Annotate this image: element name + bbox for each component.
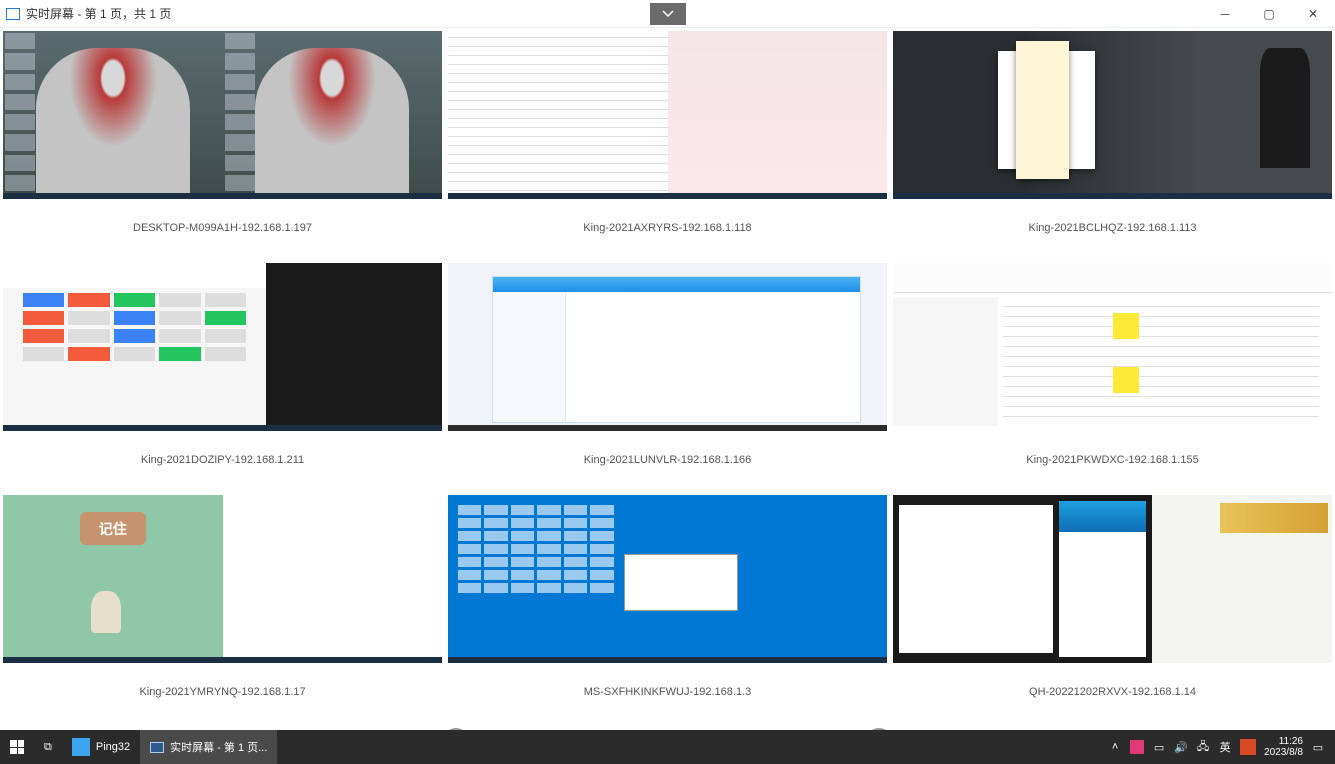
- tray-network-icon[interactable]: 🖧: [1196, 740, 1210, 754]
- screen-label: DESKTOP-M099A1H-192.168.1.197: [3, 199, 442, 257]
- screen-icon: [150, 742, 164, 753]
- screen-thumbnail[interactable]: [3, 263, 442, 431]
- screen-cell[interactable]: King-2021AXRYRS-192.168.1.118: [448, 31, 887, 257]
- tray-monitor-icon[interactable]: ▭: [1152, 740, 1166, 754]
- taskbar-app-ping32[interactable]: Ping32: [62, 730, 140, 764]
- ping32-label: Ping32: [96, 741, 130, 753]
- ping32-icon: [72, 738, 90, 756]
- screen-cell[interactable]: King-2021BCLHQZ-192.168.1.113: [893, 31, 1332, 257]
- dropdown-toggle[interactable]: [650, 3, 686, 25]
- clock-date: 2023/8/8: [1264, 747, 1303, 758]
- thumb-badge: 记住: [80, 512, 146, 546]
- screen-label: King-2021BCLHQZ-192.168.1.113: [893, 199, 1332, 257]
- screen-thumbnail[interactable]: [448, 31, 887, 199]
- maximize-button[interactable]: ▢: [1247, 0, 1291, 28]
- minimize-button[interactable]: ─: [1203, 0, 1247, 28]
- screen-cell[interactable]: King-2021PKWDXC-192.168.1.155: [893, 263, 1332, 489]
- taskbar-clock[interactable]: 11:26 2023/8/8: [1264, 736, 1303, 758]
- clock-time: 11:26: [1264, 736, 1303, 747]
- screen-cell[interactable]: King-2021DOZIPY-192.168.1.211: [3, 263, 442, 489]
- start-button[interactable]: [0, 730, 34, 764]
- screen-thumbnail[interactable]: [448, 263, 887, 431]
- tray-ime-icon[interactable]: 英: [1218, 740, 1232, 754]
- screen-thumbnail[interactable]: [893, 495, 1332, 663]
- screen-label: King-2021LUNVLR-192.168.1.166: [448, 431, 887, 489]
- screen-label: King-2021PKWDXC-192.168.1.155: [893, 431, 1332, 489]
- window-title: 实时屏幕 - 第 1 页，共 1 页: [26, 5, 171, 22]
- app-icon: [6, 8, 20, 20]
- notification-center-icon[interactable]: ▭: [1311, 740, 1325, 754]
- screen-label: MS-SXFHKINKFWUJ-192.168.1.3: [448, 663, 887, 721]
- taskbar: ⧉ Ping32 实时屏幕 - 第 1 页... ˄ ▭ 🔊 🖧 英 11:26…: [0, 730, 1335, 764]
- screen-label: QH-20221202RXVX-192.168.1.14: [893, 663, 1332, 721]
- screen-cell[interactable]: King-2021LUNVLR-192.168.1.166: [448, 263, 887, 489]
- screen-cell[interactable]: QH-20221202RXVX-192.168.1.14: [893, 495, 1332, 721]
- screen-cell[interactable]: MS-SXFHKINKFWUJ-192.168.1.3: [448, 495, 887, 721]
- close-button[interactable]: ✕: [1291, 0, 1335, 28]
- screen-label: King-2021AXRYRS-192.168.1.118: [448, 199, 887, 257]
- chevron-down-icon: [662, 10, 674, 18]
- screen-label: King-2021YMRYNQ-192.168.1.17: [3, 663, 442, 721]
- screen-grid: DESKTOP-M099A1H-192.168.1.197 King-2021A…: [0, 28, 1335, 724]
- taskbar-app-screen[interactable]: 实时屏幕 - 第 1 页...: [140, 730, 277, 764]
- titlebar: 实时屏幕 - 第 1 页，共 1 页 ─ ▢ ✕: [0, 0, 1335, 28]
- screen-thumbnail[interactable]: 记住: [3, 495, 442, 663]
- screen-thumbnail[interactable]: [3, 31, 442, 199]
- screen-thumbnail[interactable]: [893, 263, 1332, 431]
- screen-thumbnail[interactable]: [893, 31, 1332, 199]
- screen-cell[interactable]: DESKTOP-M099A1H-192.168.1.197: [3, 31, 442, 257]
- screen-cell[interactable]: 记住 King-2021YMRYNQ-192.168.1.17: [3, 495, 442, 721]
- window-controls: ─ ▢ ✕: [1203, 0, 1335, 28]
- tray-overflow-icon[interactable]: ˄: [1108, 740, 1122, 754]
- task-view-button[interactable]: ⧉: [34, 730, 62, 764]
- system-tray: ˄ ▭ 🔊 🖧 英 11:26 2023/8/8 ▭: [1108, 736, 1335, 758]
- screen-thumbnail[interactable]: [448, 495, 887, 663]
- tray-volume-icon[interactable]: 🔊: [1174, 740, 1188, 754]
- tray-sogou-icon[interactable]: [1240, 739, 1256, 755]
- tray-app-icon[interactable]: [1130, 740, 1144, 754]
- screen-label: King-2021DOZIPY-192.168.1.211: [3, 431, 442, 489]
- screen-task-label: 实时屏幕 - 第 1 页...: [170, 739, 267, 755]
